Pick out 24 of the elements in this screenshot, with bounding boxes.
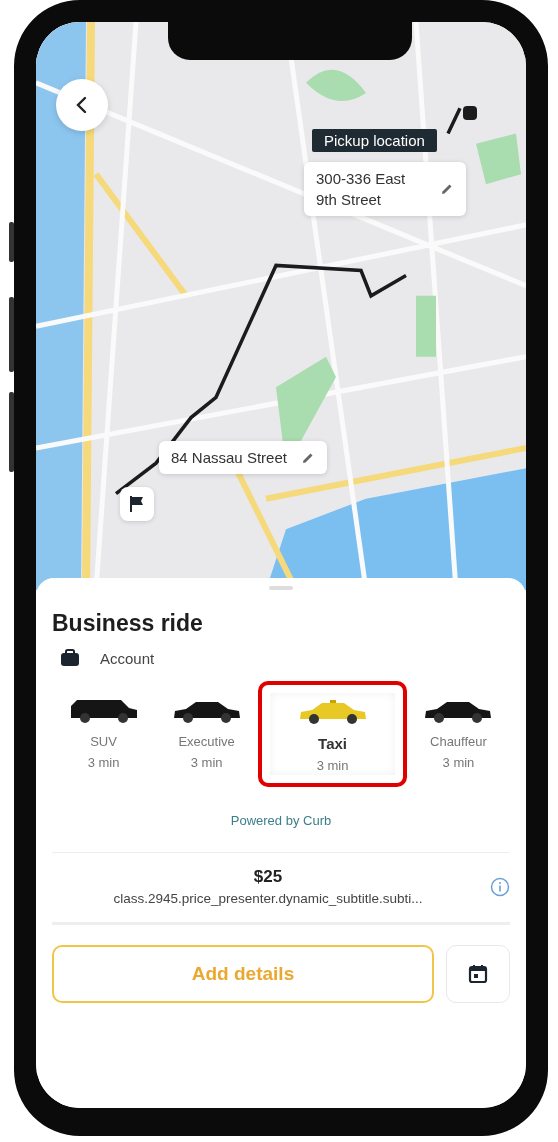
pickup-address: 300-336 East 9th Street <box>316 169 407 210</box>
schedule-button[interactable] <box>446 945 510 1003</box>
drag-handle[interactable] <box>269 586 293 590</box>
briefcase-icon <box>60 649 80 667</box>
vehicle-option[interactable]: Taxi 3 min <box>258 681 407 787</box>
vehicle-option[interactable]: Chauffeur 3 min <box>406 688 510 780</box>
vehicle-option[interactable]: Executive 3 min <box>155 688 259 780</box>
powered-by-text: Powered by Curb <box>229 813 333 828</box>
pickup-tooltip: Pickup location <box>312 129 437 152</box>
sheet-title: Business ride <box>52 610 204 637</box>
edit-icon <box>440 182 454 196</box>
price-subtitle: class.2945.price_presenter.dynamic_subtitle.subti... <box>113 891 423 906</box>
dropoff-address: 84 Nassau Street <box>171 449 287 466</box>
car-icon <box>297 699 368 725</box>
pickup-marker-icon <box>463 106 477 120</box>
flag-icon <box>129 495 145 513</box>
address-chip[interactable]: 300-336 East 9th Street <box>304 162 466 216</box>
car-icon <box>68 698 139 724</box>
vehicle-option[interactable]: SUV 3 min <box>52 688 156 780</box>
account-label: Account <box>100 649 155 667</box>
info-icon[interactable] <box>490 876 510 897</box>
calendar-icon <box>467 963 489 985</box>
address-chip[interactable]: 84 Nassau Street <box>159 441 327 474</box>
price-text: $25 <box>253 867 283 887</box>
